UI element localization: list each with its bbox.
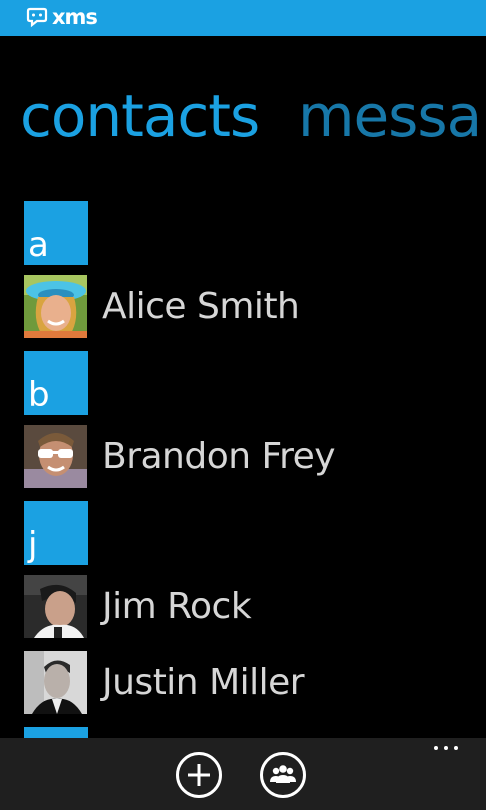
group-letter: j: [28, 525, 38, 565]
group-icon: [270, 765, 296, 783]
contact-name: Brandon Frey: [102, 436, 336, 477]
dot: [444, 746, 448, 750]
contact-name: Jim Rock: [102, 586, 252, 627]
avatar: [24, 575, 87, 638]
group-header-j[interactable]: j: [24, 501, 88, 565]
contacts-list: a Alice Smith b Brandon Frey j Jim Rock …: [0, 0, 486, 810]
application-bar: [0, 738, 486, 810]
ellipsis-icon[interactable]: [434, 742, 464, 752]
contact-item-brandon-frey[interactable]: Brandon Frey: [0, 425, 486, 489]
dot: [434, 746, 438, 750]
group-letter: b: [28, 375, 50, 415]
contact-item-jim-rock[interactable]: Jim Rock: [0, 575, 486, 639]
dot: [454, 746, 458, 750]
contact-name: Justin Miller: [102, 662, 305, 703]
contact-item-justin-miller[interactable]: Justin Miller: [0, 651, 486, 715]
contact-item-alice-smith[interactable]: Alice Smith: [0, 275, 486, 339]
group-header-a[interactable]: a: [24, 201, 88, 265]
contact-name: Alice Smith: [102, 286, 300, 327]
avatar: [24, 425, 87, 488]
avatar: [24, 651, 87, 714]
add-icon: [188, 764, 210, 786]
add-contact-button[interactable]: [176, 752, 222, 798]
avatar: [24, 275, 87, 338]
group-header-next[interactable]: [24, 727, 88, 738]
group-header-b[interactable]: b: [24, 351, 88, 415]
groups-button[interactable]: [260, 752, 306, 798]
group-letter: a: [28, 225, 49, 265]
